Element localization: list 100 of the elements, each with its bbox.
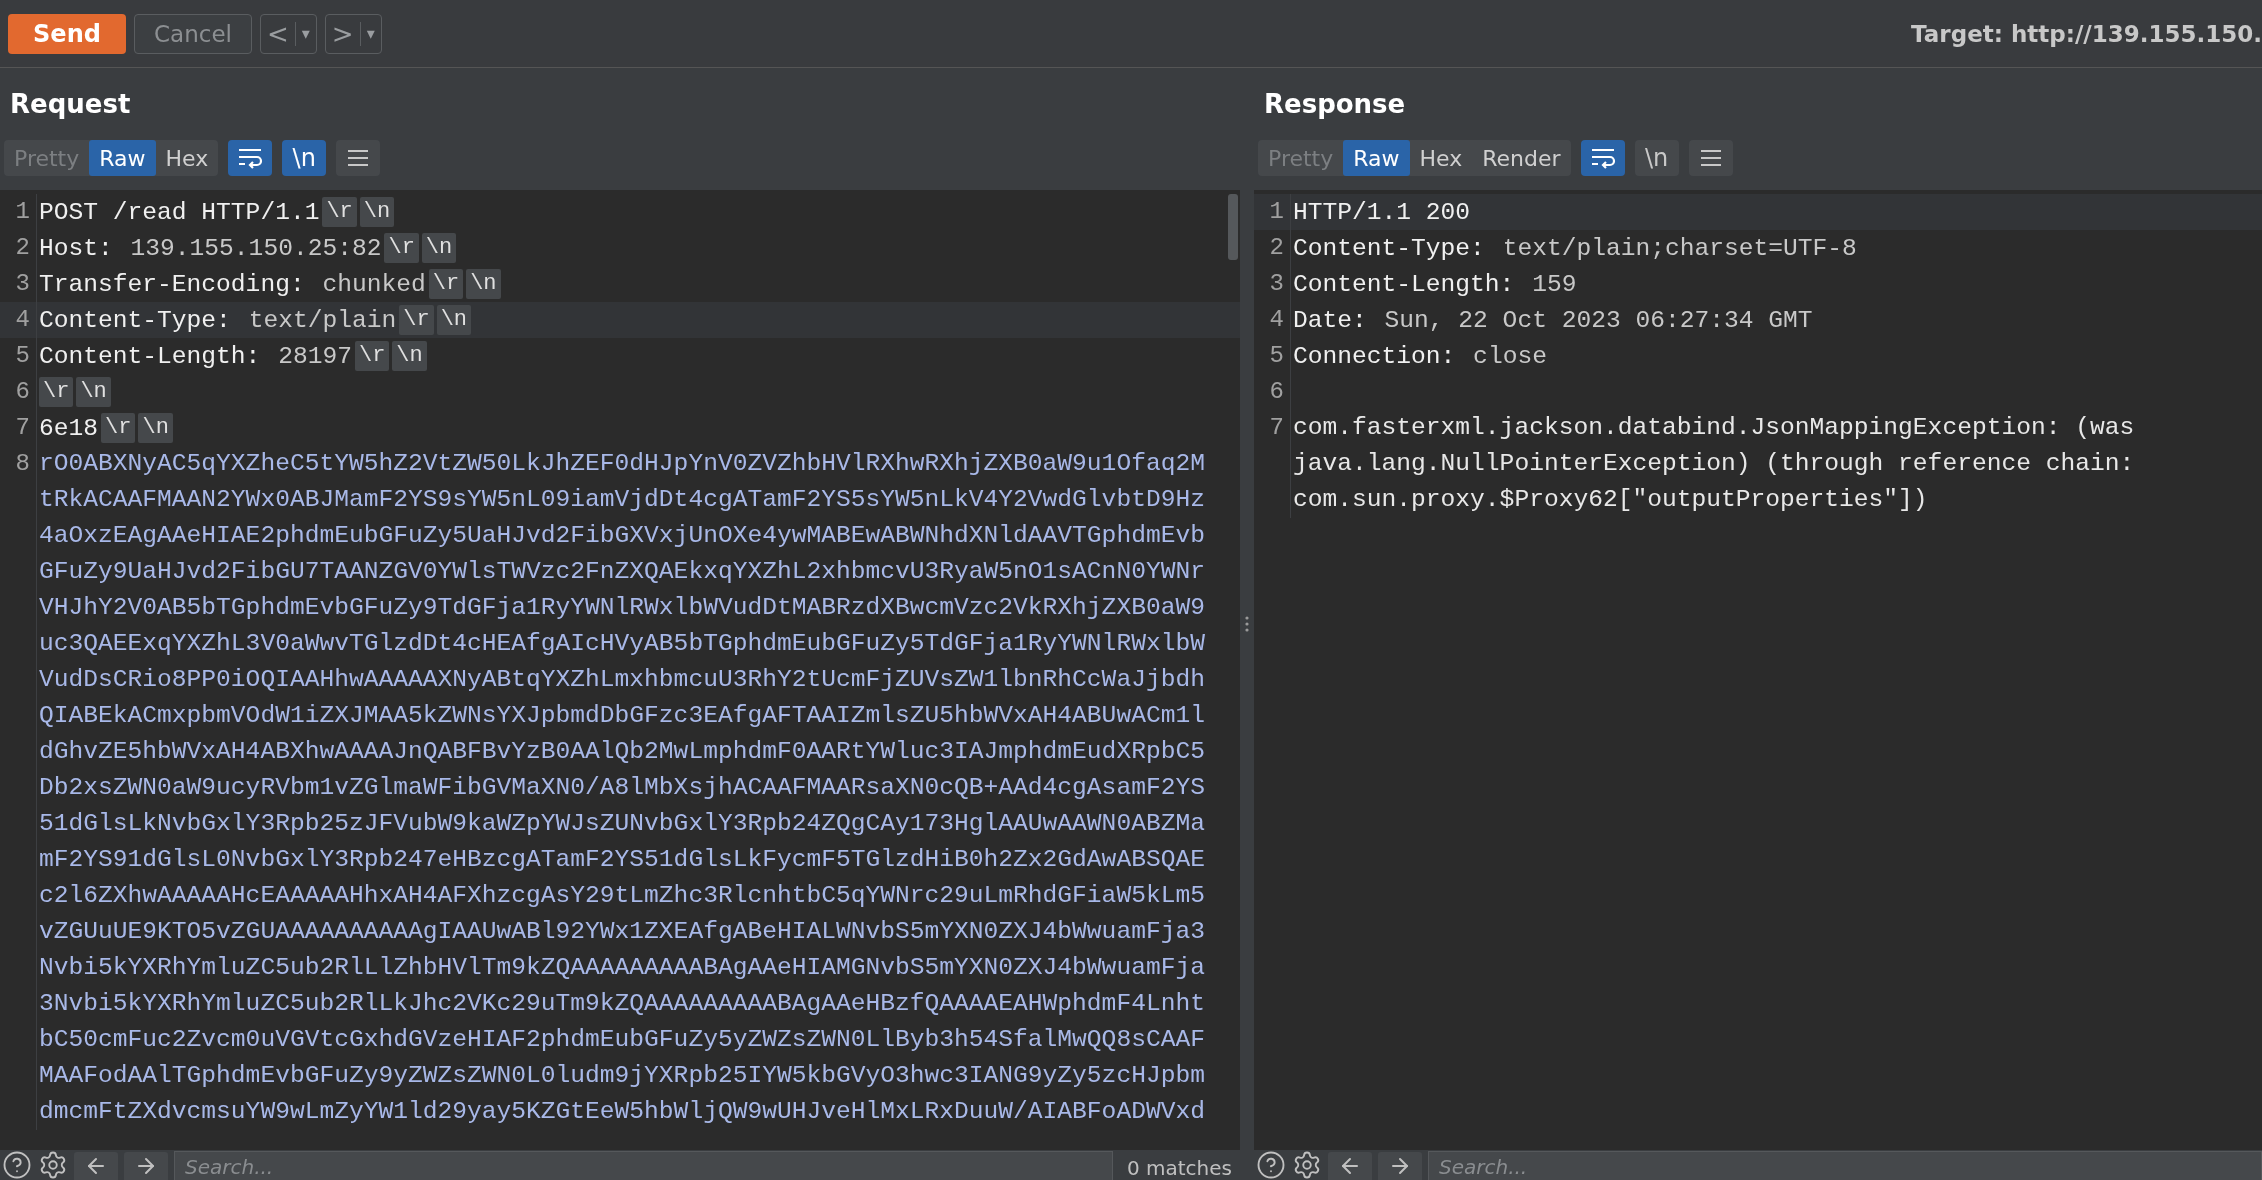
header-value: 139.155.150.25:82 [129, 234, 382, 262]
search-field[interactable]: Search... [1428, 1151, 2262, 1180]
line-break-marker: \n [436, 305, 472, 335]
view-tab[interactable]: Hex [1409, 140, 1473, 176]
next-button[interactable] [1378, 1152, 1422, 1180]
settings-icon[interactable] [38, 1150, 68, 1180]
search-field[interactable]: Search... [174, 1151, 1113, 1180]
line-number: 5 [0, 338, 37, 374]
body-text: bC50cmFuc2Zvcm0uVGVtcGxhdGVzeHIAF2phdmEubGFuZy5yZWZsZWN0LlByb3h54SfalMwQQ8sCAAF [39, 1025, 1205, 1055]
header-value: 159 [1531, 270, 1577, 298]
header-name: POST /read HTTP/1.1 [39, 198, 320, 226]
newline-toggle[interactable]: \n [282, 140, 327, 176]
line-number: 4 [0, 302, 37, 338]
line-break-marker: \r [322, 197, 357, 227]
line-number: 2 [0, 230, 37, 266]
body-text: 51dGlsLkNvbGxlY3Rpb25zJFVubW9kaWZpYWJsZUNvbGxlY3Rpb24ZQgCAy173HglAAUwAAWN0ABZMa [39, 809, 1205, 839]
line-number: 5 [1254, 338, 1291, 374]
settings-icon[interactable] [1292, 1150, 1322, 1180]
header-name: Date: [1293, 306, 1367, 334]
body-text: c2l6ZXhwAAAAAHcEAAAAAHhxAH4AFXhzcgAsY29tLmZhc3RlcnhtbC5qYWNrc29uLmRhdGFiaW5kLm5 [39, 881, 1205, 911]
body-text: java.lang.NullPointerException) (through reference chain: [1293, 449, 2135, 479]
match-count: 0 matches [1125, 1156, 1233, 1180]
menu-icon [347, 149, 370, 167]
next-button[interactable] [124, 1152, 168, 1180]
body-text: VudDsCRio8PP0iOQIAAHhwAAAAAXNyABtqYXZhLmxhbmcuU3RhY2tUcmFjZUVsZW1lbnRhCcWaJjbdh [39, 665, 1205, 695]
wrap-icon [1589, 147, 1616, 169]
line-number: 1 [0, 194, 37, 230]
body-text: VHJhY2V0AB5bTGphdmEvbGFuZy9TdGFja1RyYWNlRWxlbWVudDtMABRzdXBwcmVzc2VkRXhjZXB0aW9 [39, 593, 1205, 623]
line-break-marker: \n [359, 197, 395, 227]
header-value: Sun, 22 Oct 2023 06:27:34 GMT [1383, 306, 1813, 334]
header-name: HTTP/1.1 200 [1293, 198, 1471, 226]
help-icon[interactable] [2, 1150, 32, 1180]
cancel-button[interactable]: Cancel [134, 13, 252, 54]
wrap-toggle[interactable] [1580, 140, 1625, 176]
line-number: 7 [0, 410, 37, 446]
target-label[interactable]: Target: http://139.155.150. [1911, 20, 2262, 47]
header-name: Host: [39, 234, 113, 262]
history-nav-button[interactable]: > [325, 14, 360, 53]
history-nav-button[interactable]: < [261, 14, 295, 53]
line-number: 7 [1254, 410, 1291, 518]
help-icon[interactable] [1256, 1150, 1286, 1180]
line-break-marker: \r [354, 341, 390, 371]
header-name: Content-Type: [1293, 234, 1485, 262]
body-text: Db2xsZWN0aW9ucyRVbm1vZGlmaWFibGVMaXN0/A8lMbXsjhACAAFMAARsaXN0cQB+AAd4cgAsamF2YS [39, 773, 1205, 803]
line-number: 3 [1254, 266, 1291, 302]
line-break-marker: \n [76, 377, 111, 407]
header-value: chunked [321, 270, 426, 298]
body-text: dGhvZE5hbWVxAH4ABXhwAAAAJnQABFBvYzB0AAlQb2MwLmphdmF0AARtYWluc3IAJmphdmEudXRpbC5 [39, 737, 1205, 767]
body-text: MAAFodAAlTGphdmEvbGFuZy9yZWZsZWN0L0ludm9jYXRpb25IYW5kbGVyO3hwc3IANG9yZy5zcHJpbm [39, 1061, 1205, 1091]
line-break-marker: \n [421, 233, 457, 263]
header-name: Content-Length: [39, 342, 261, 370]
history-menu-button[interactable]: ▾ [294, 21, 316, 46]
scrollbar-thumb[interactable] [1228, 194, 1238, 260]
previous-button[interactable] [74, 1152, 118, 1180]
line-number: 8 [0, 446, 37, 1130]
body-text: uc3QAEExqYXZhL3V0aWwvTGlzdDt4cHEAfgAIcHVyAB5bTGphdmEubGFuZy5TdGFja1RyYWNlRWxlbW [39, 629, 1205, 659]
body-text: tRkACAAFMAAN2YWx0ABJMamF2YS9sYW5nL09iamVjdDt4cgATamF2YS5sYW5nLkV4Y2VwdGlvbtD9Hz [39, 485, 1205, 515]
view-tab[interactable]: Render [1472, 140, 1571, 176]
body-text: dmcmFtZXdvcmsuYW9wLmZyYW1ld29yay5KZGtEeW5hbWljQW9wUHJveHlMxLRxDuuW/AIABFoADWVxd [39, 1097, 1205, 1127]
view-tab[interactable]: Raw [1343, 140, 1410, 176]
body-text: 3Nvbi5kYXRhYmluZC5ub2RlLkJhc2VKc29uTm9kZQAAAAAAAAABAgAAeHBzfQAAAAEAHWphdmF4Lnht [39, 989, 1205, 1019]
line-break-marker: \r [399, 305, 434, 335]
header-value: text/plain [247, 306, 397, 334]
body-text: vZGUuUE9KTO5vZGUAAAAAAAAAAgIAAUwABl92YWx1ZXEAfgABeHIALWNvbS5mYXN0ZXJ4bWwuamFja3 [39, 917, 1205, 947]
wrap-toggle[interactable] [228, 140, 273, 176]
line-number: 6 [1254, 374, 1291, 410]
menu-icon [1699, 149, 1722, 167]
panel-title: Request [9, 88, 132, 121]
line-break-marker: \r [39, 377, 74, 407]
body-text: QIABEkACmxpbmVOdW1iZXJMAA5kZWNsYXJpbmdDbGFzc3EAfgAFTAAIZmlsZU5hbWVxAH4ABUwACm1l [39, 701, 1205, 731]
header-name: Connection: [1293, 342, 1456, 370]
panel-title: Response [1263, 88, 1407, 121]
body-text: mF2YS91dGlsL0NvbGxlY3Rpb247eHBzcgATamF2YS51dGlsLkFycmF5TGlzdHiB0h2Zx2GdAwABSQAE [39, 845, 1205, 875]
previous-button[interactable] [1328, 1152, 1372, 1180]
splitter-handle[interactable] [1245, 616, 1249, 632]
header-name: 6e18 [39, 414, 99, 442]
wrap-icon [237, 147, 264, 169]
line-number: 6 [0, 374, 37, 410]
line-break-marker: \n [138, 413, 173, 443]
send-button[interactable]: Send [8, 13, 126, 54]
history-menu-button[interactable]: ▾ [359, 21, 381, 46]
line-break-marker: \r [384, 233, 419, 263]
menu-button[interactable] [336, 140, 381, 176]
line-number: 1 [1254, 194, 1291, 230]
line-break-marker: \n [392, 341, 427, 371]
body-text: Nvbi5kYXRhYmluZC5ub2RlLlZhbHVlTm9kZQAAAAAAAAABAgAAeHIAMGNvbS5mYXN0ZXJ4bWwuamFja [39, 953, 1205, 983]
view-tab[interactable]: Hex [155, 140, 219, 176]
header-name: Transfer-Encoding: [39, 270, 305, 298]
body-text: com.sun.proxy.$Proxy62["outputProperties"]) [1293, 485, 1929, 515]
body-text: GFuZy9UaHJvd2FibGU7TAANZGV0YWlsTWVzc2FnZXQAEkxqYXZhL2xhbmcvU3RyaW5nO1sACnN0YWNr [39, 557, 1205, 587]
line-break-marker: \n [466, 269, 501, 299]
line-break-marker: \r [101, 413, 136, 443]
view-tab[interactable]: Raw [89, 140, 156, 176]
newline-toggle[interactable]: \n [1634, 140, 1679, 176]
header-name: Content-Type: [39, 306, 231, 334]
body-text: 4aOxzEAgAAeHIAE2phdmEubGFuZy5UaHJvd2FibGXVxjUnOXe4ywMABEwABWNhdXNldAAVTGphdmEvb [39, 521, 1205, 551]
body-text: com.fasterxml.jackson.databind.JsonMappingException: (was [1293, 413, 2135, 443]
header-name: Content-Length: [1293, 270, 1515, 298]
editor-area[interactable] [0, 190, 1240, 1150]
menu-button[interactable] [1688, 140, 1733, 176]
